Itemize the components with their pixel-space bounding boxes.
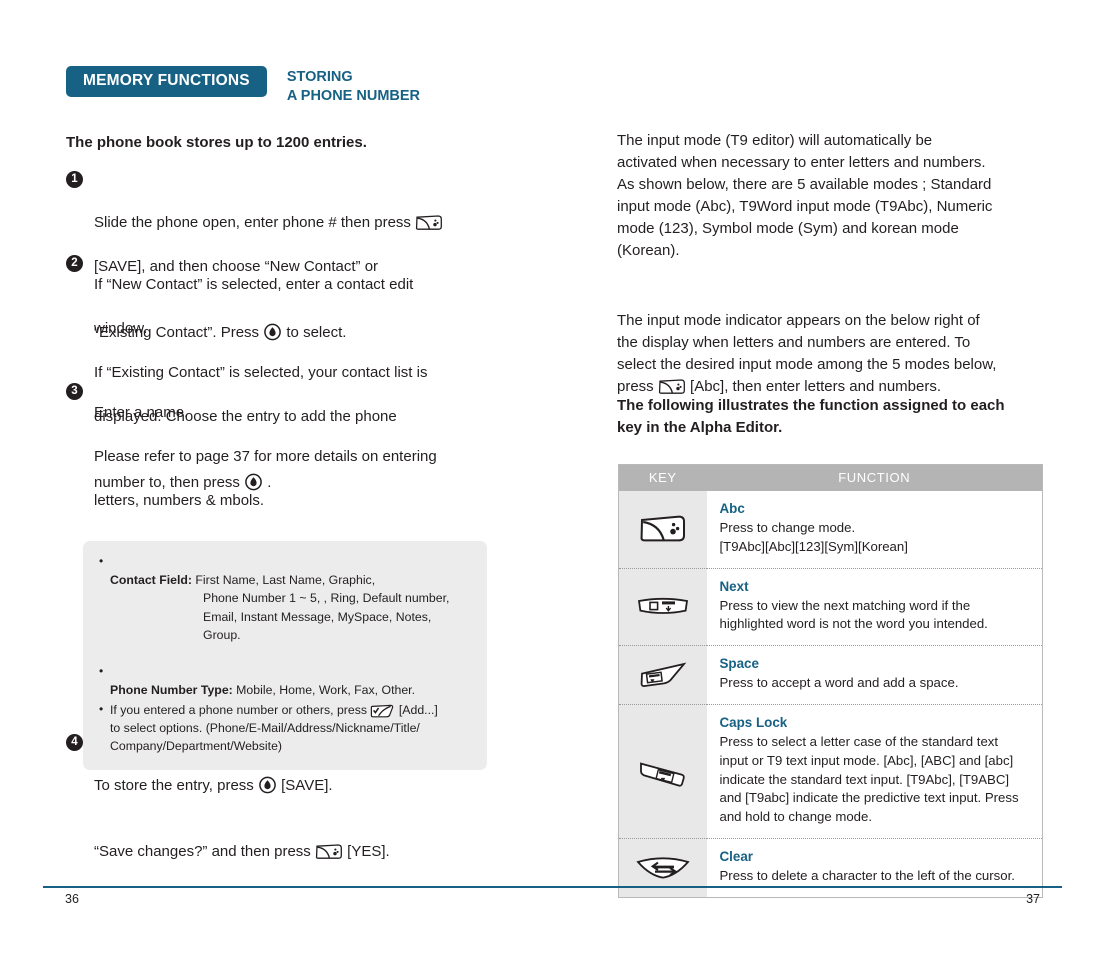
note-value-contact-field: First Name, Last Name, Graphic, — [191, 573, 376, 588]
step-2-line2: window. — [94, 319, 148, 337]
table-row: Caps Lock Press to select a letter case … — [618, 703, 1043, 839]
table-row: Space Press to accept a word and add a s… — [618, 645, 1043, 705]
step-4-line1-b: [SAVE]. — [276, 776, 333, 794]
table-cell-function: Next Press to view the next matching wor… — [706, 567, 1043, 646]
clear-key-icon — [634, 853, 692, 881]
table-cell-key — [618, 491, 707, 569]
table-cell-key — [618, 703, 707, 839]
step-3-number: 3 — [66, 383, 83, 400]
step-1-number: 1 — [66, 171, 83, 188]
note-item-contact-field: • Contact Field: First Name, Last Name, … — [99, 553, 473, 662]
function-description: Press to change mode. [T9Abc][Abc][123][… — [719, 520, 908, 554]
left-soft-key-icon — [315, 843, 343, 860]
left-soft-key-icon — [415, 214, 443, 231]
left-soft-key-icon — [639, 514, 687, 544]
ok-select-key-icon — [258, 776, 277, 794]
table-header-row: KEY FUNCTION — [618, 464, 1043, 491]
left-section-title: STORING A PHONE NUMBER — [286, 69, 421, 104]
step-4-line1-a: To store the entry, press — [94, 776, 258, 794]
table-header-function: FUNCTION — [706, 464, 1043, 491]
table-cell-function: Abc Press to change mode. [T9Abc][Abc][1… — [707, 491, 1043, 568]
manual-page-spread: MEMORY FUNCTIONS STORING A PHONE NUMBER … — [0, 0, 1105, 954]
step-1-line1-text: Slide the phone open, enter phone # then… — [94, 213, 416, 231]
step-4-body: To store the entry, press [SAVE]. “Save … — [94, 731, 390, 885]
table-row: Abc Press to change mode. [T9Abc][Abc][1… — [618, 491, 1043, 569]
left-soft-key-icon — [658, 378, 686, 395]
note-item-phone-number-type: • Phone Number Type: Mobile, Home, Work,… — [99, 663, 473, 699]
page-number-left: 36 — [65, 892, 79, 906]
space-key-icon — [638, 661, 688, 689]
note-hanging-contact-field: Phone Number 1 ~ 5, , Ring, Default numb… — [203, 591, 450, 642]
function-description: Press to select a letter case of the sta… — [719, 734, 1019, 824]
step-4-line2-a: “Save changes?” and then press — [94, 842, 315, 860]
step-3-line1: Enter a name. — [94, 403, 189, 421]
function-title: Clear — [719, 848, 754, 864]
left-page-header: MEMORY FUNCTIONS STORING A PHONE NUMBER — [66, 66, 420, 105]
function-description: Press to view the next matching word if … — [719, 597, 988, 632]
table-header-key: KEY — [618, 464, 707, 491]
function-title: Space — [719, 656, 759, 672]
note-label-phone-number-type: Phone Number Type: — [110, 683, 233, 698]
right-soft-key-icon — [370, 704, 395, 718]
function-description: Press to accept a word and add a space. — [719, 675, 959, 691]
next-key-icon — [636, 594, 690, 618]
right-page: ENTERING LETTERS, NUMBERS & SYMBOLS MEMO… — [552, 0, 1105, 954]
note-item-contact-field-text: Contact Field: First Name, Last Name, Gr… — [110, 553, 473, 662]
step-3-line2: Please refer to page 37 for more details… — [94, 447, 437, 465]
table-cell-key — [618, 645, 707, 705]
table-row: Next Press to view the next matching wor… — [618, 567, 1043, 646]
function-title: Caps Lock — [719, 714, 788, 730]
function-title: Next — [719, 578, 749, 594]
page-number-right: 37 — [1026, 892, 1040, 906]
function-description: Press to delete a character to the left … — [719, 867, 1015, 883]
table-cell-function: Space Press to accept a word and add a s… — [706, 645, 1043, 705]
note-add-text-a: If you entered a phone number or others,… — [110, 702, 371, 717]
left-header-pill: MEMORY FUNCTIONS — [66, 66, 267, 98]
step-4: 4 To store the entry, press [SAVE]. “Sav… — [66, 731, 536, 885]
step-4-line2-b: [YES]. — [342, 842, 390, 860]
bullet-icon: • — [99, 664, 104, 679]
function-title: Abc — [719, 501, 745, 516]
left-page: MEMORY FUNCTIONS STORING A PHONE NUMBER … — [0, 0, 552, 954]
table-cell-key — [618, 567, 707, 646]
caps-lock-key-icon — [637, 754, 689, 788]
table-cell-key — [618, 837, 707, 898]
table-row: Clear Press to delete a character to the… — [618, 837, 1043, 898]
table-cell-function: Clear Press to delete a character to the… — [706, 837, 1043, 898]
right-paragraph-1: The input mode (T9 editor) will automati… — [617, 132, 993, 260]
right-paragraph-2: The input mode indicator appears on the … — [617, 288, 1077, 398]
left-lead-text: The phone book stores up to 1200 entries… — [66, 134, 367, 151]
step-2-line1: If “New Contact” is selected, enter a co… — [94, 275, 414, 293]
step-2-number: 2 — [66, 255, 83, 272]
note-value-phone-number-type: Mobile, Home, Work, Fax, Other. — [232, 683, 415, 698]
footer-rule — [43, 886, 1062, 888]
note-label-contact-field: Contact Field: — [110, 573, 192, 588]
right-paragraph-2-b: [Abc], then enter letters and numbers. — [685, 378, 941, 396]
right-paragraph-3: The following illustrates the function a… — [617, 397, 1005, 437]
step-4-number: 4 — [66, 734, 83, 751]
note-item-phone-number-type-text: Phone Number Type: Mobile, Home, Work, F… — [110, 663, 473, 699]
step-3-line3: letters, numbers & mbols. — [94, 491, 265, 509]
bullet-icon: • — [99, 554, 104, 568]
table-cell-function: Caps Lock Press to select a letter case … — [706, 703, 1043, 839]
key-function-table: KEY FUNCTION Abc Press to change mode. [… — [618, 464, 1043, 898]
